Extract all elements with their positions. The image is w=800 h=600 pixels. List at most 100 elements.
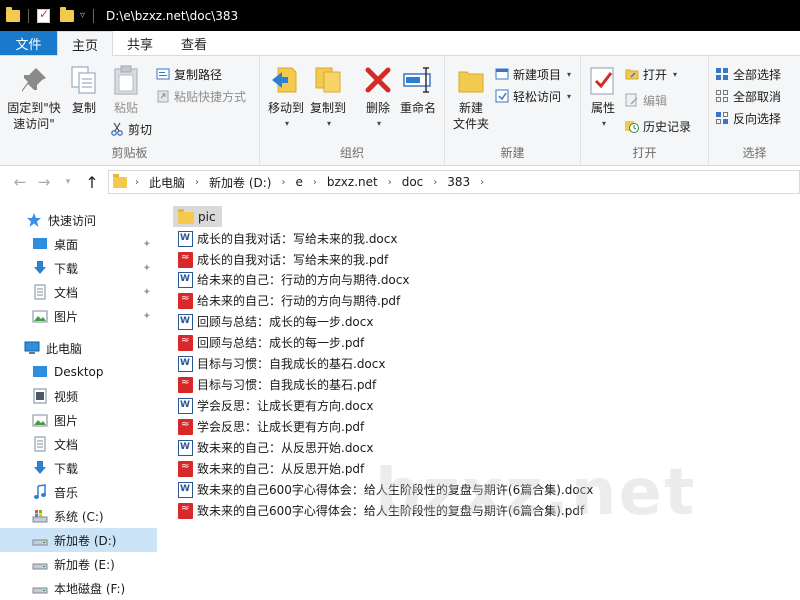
properties-icon[interactable]: [37, 7, 50, 23]
paste-button[interactable]: 粘贴: [108, 64, 144, 116]
file-row[interactable]: 致未来的自己600字心得体会：给人生阶段性的复盘与期许(6篇合集).pdf: [173, 500, 584, 521]
new-group-label: 新建: [500, 146, 525, 160]
breadcrumb-item[interactable]: 新加卷 (D:): [209, 174, 271, 191]
rename-icon: [402, 64, 434, 96]
edit-icon: [625, 93, 639, 107]
chevron-right-icon[interactable]: ›: [281, 177, 285, 188]
up-arrow-icon[interactable]: ↑: [80, 173, 104, 192]
file-row[interactable]: 学会反思：让成长更有方向.docx: [173, 395, 373, 416]
nav-pc-desktop[interactable]: Desktop: [0, 360, 157, 384]
pdf-document-icon: [178, 334, 193, 351]
file-row[interactable]: 学会反思：让成长更有方向.pdf: [173, 416, 364, 437]
breadcrumb-item[interactable]: 383: [447, 175, 470, 189]
file-row[interactable]: pic: [173, 206, 222, 227]
breadcrumb-item[interactable]: bzxz.net: [327, 175, 378, 189]
chevron-right-icon[interactable]: ›: [195, 177, 199, 188]
open-dropdown-icon: ▾: [673, 69, 678, 79]
easy-access-icon: [495, 89, 509, 103]
file-name: 回顾与总结：成长的每一步.pdf: [197, 336, 365, 350]
customize-toolbar-chevron-icon[interactable]: ▿: [80, 10, 85, 21]
file-row[interactable]: 成长的自我对话：写给未来的我.docx: [173, 228, 397, 249]
file-row[interactable]: 回顾与总结：成长的每一步.docx: [173, 311, 373, 332]
tab-home[interactable]: 主页: [57, 31, 114, 56]
nav-drive-e[interactable]: 新加卷 (E:): [0, 552, 157, 576]
file-row[interactable]: 目标与习惯：自我成长的基石.pdf: [173, 374, 376, 395]
easy-access-dropdown-icon: ▾: [567, 91, 572, 101]
pdf-document-icon: [178, 292, 193, 309]
nav-downloads[interactable]: 下载 ✦: [0, 256, 157, 280]
new-item-button[interactable]: 新建项目 ▾: [495, 65, 571, 83]
file-row[interactable]: 目标与习惯：自我成长的基石.docx: [173, 353, 385, 374]
move-to-button[interactable]: 移动到 ▾: [266, 64, 306, 132]
toolbar-divider: [93, 8, 95, 23]
word-document-icon: [178, 313, 193, 330]
history-icon: [625, 119, 639, 133]
edit-button[interactable]: 编辑: [625, 91, 667, 109]
nav-pc-pictures[interactable]: 图片: [0, 408, 157, 432]
pictures-icon: [32, 412, 48, 428]
pin-quick-access-button[interactable]: 固定到"快 速访问": [6, 64, 62, 132]
rename-button[interactable]: 重命名: [398, 64, 438, 116]
move-to-icon: [270, 64, 302, 96]
forward-arrow-icon[interactable]: →: [32, 173, 56, 191]
nav-pictures[interactable]: 图片 ✦: [0, 304, 157, 328]
copy-to-button[interactable]: 复制到 ▾: [308, 64, 348, 132]
open-button[interactable]: 打开 ▾: [625, 65, 677, 83]
file-row[interactable]: 成长的自我对话：写给未来的我.pdf: [173, 249, 388, 270]
new-item-icon: [495, 67, 509, 81]
file-row[interactable]: 致未来的自己600字心得体会：给人生阶段性的复盘与期许(6篇合集).docx: [173, 479, 593, 500]
nav-videos[interactable]: 视频: [0, 384, 157, 408]
back-arrow-icon[interactable]: ←: [8, 173, 32, 191]
easy-access-button[interactable]: 轻松访问 ▾: [495, 87, 571, 105]
copy-button[interactable]: 复制: [68, 64, 100, 116]
history-button[interactable]: 历史记录: [625, 117, 691, 135]
folder-icon[interactable]: [6, 6, 20, 22]
invert-selection-icon: [715, 111, 729, 125]
nav-drive-c[interactable]: 系统 (C:): [0, 504, 157, 528]
chevron-right-icon[interactable]: ›: [433, 177, 437, 188]
pdf-document-icon: [178, 251, 193, 268]
breadcrumb-item[interactable]: doc: [402, 175, 424, 189]
organize-group-label: 组织: [339, 146, 364, 160]
nav-drive-f[interactable]: 本地磁盘 (F:): [0, 576, 157, 600]
properties-button[interactable]: 属性 ▾: [587, 64, 619, 132]
chevron-right-icon[interactable]: ›: [480, 177, 484, 188]
toolbar-divider: [28, 8, 29, 23]
breadcrumb-item[interactable]: 此电脑: [149, 174, 185, 191]
nav-desktop[interactable]: 桌面 ✦: [0, 232, 157, 256]
select-all-button[interactable]: 全部选择: [715, 65, 781, 83]
nav-documents[interactable]: 文档 ✦: [0, 280, 157, 304]
tab-view[interactable]: 查看: [167, 31, 221, 55]
file-row[interactable]: 给未来的自己：行动的方向与期待.docx: [173, 269, 409, 290]
file-row[interactable]: 致未来的自己：从反思开始.pdf: [173, 458, 364, 479]
pictures-icon: [32, 308, 48, 324]
recent-locations-chevron-icon[interactable]: ▾: [56, 177, 80, 187]
invert-selection-button[interactable]: 反向选择: [715, 109, 781, 127]
chevron-right-icon[interactable]: ›: [135, 177, 139, 188]
file-row[interactable]: 回顾与总结：成长的每一步.pdf: [173, 332, 364, 353]
file-row[interactable]: 给未来的自己：行动的方向与期待.pdf: [173, 290, 400, 311]
select-none-button[interactable]: 全部取消: [715, 87, 781, 105]
chevron-right-icon[interactable]: ›: [313, 177, 317, 188]
nav-music[interactable]: 音乐: [0, 480, 157, 504]
star-icon: [26, 212, 42, 228]
copy-path-button[interactable]: 复制路径: [156, 65, 222, 83]
breadcrumb-item[interactable]: e: [295, 175, 302, 189]
tab-file[interactable]: 文件: [0, 31, 57, 55]
nav-drive-d[interactable]: 新加卷 (D:): [0, 528, 157, 552]
new-folder-button[interactable]: 新建 文件夹: [451, 64, 491, 132]
nav-quick-access[interactable]: 快速访问: [0, 208, 157, 232]
navigation-bar: ← → ▾ ↑ › 此电脑 › 新加卷 (D:) › e › bzxz.net …: [0, 166, 800, 198]
chevron-right-icon[interactable]: ›: [388, 177, 392, 188]
nav-this-pc[interactable]: 此电脑: [0, 336, 157, 360]
nav-pc-downloads[interactable]: 下载: [0, 456, 157, 480]
cut-button[interactable]: 剪切: [110, 120, 152, 138]
select-all-icon: [715, 67, 729, 81]
tab-share[interactable]: 共享: [113, 31, 167, 55]
nav-pc-documents[interactable]: 文档: [0, 432, 157, 456]
delete-button[interactable]: 删除 ▾: [362, 64, 394, 132]
address-bar[interactable]: › 此电脑 › 新加卷 (D:) › e › bzxz.net › doc › …: [108, 170, 800, 194]
paste-shortcut-button[interactable]: 粘贴快捷方式: [156, 87, 246, 105]
new-folder-icon[interactable]: [60, 6, 74, 22]
file-row[interactable]: 致未来的自己：从反思开始.docx: [173, 437, 373, 458]
